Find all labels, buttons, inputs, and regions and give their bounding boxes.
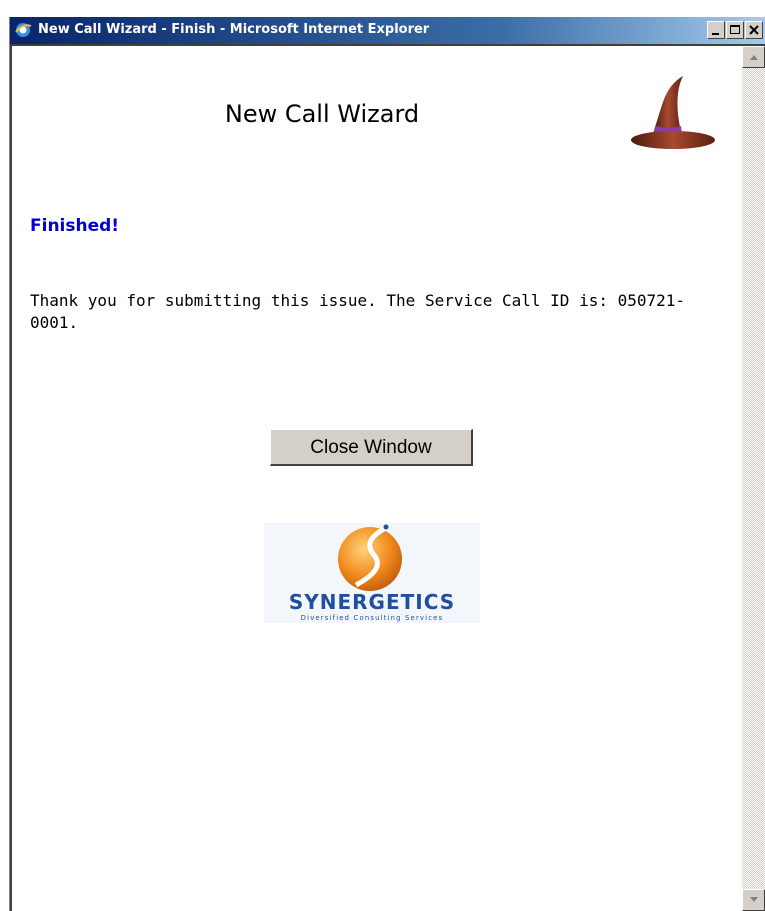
scroll-down-icon[interactable] (742, 889, 765, 911)
window-title: New Call Wizard - Finish - Microsoft Int… (38, 22, 430, 37)
logo-wordmark: SYNERGETICS (289, 590, 455, 614)
page-content: New Call Wizard Finished! Thank you for … (12, 46, 742, 911)
ie-icon (15, 23, 32, 37)
browser-client-area: New Call Wizard Finished! Thank you for … (10, 44, 765, 911)
caption-buttons (706, 21, 763, 40)
browser-window: New Call Wizard - Finish - Microsoft Int… (9, 17, 765, 911)
status-text: Finished! (30, 216, 120, 236)
minimize-icon[interactable] (707, 21, 725, 39)
maximize-icon[interactable] (726, 21, 744, 39)
scroll-up-icon[interactable] (742, 46, 765, 68)
wizard-hat-icon (631, 76, 715, 149)
page-title: New Call Wizard (224, 100, 420, 128)
close-icon[interactable] (745, 21, 763, 39)
close-window-button[interactable]: Close Window (270, 429, 473, 466)
synergetics-logo: SYNERGETICS Diversified Consulting Servi… (264, 523, 480, 623)
vertical-scrollbar[interactable] (742, 46, 765, 911)
title-bar[interactable]: New Call Wizard - Finish - Microsoft Int… (10, 17, 765, 44)
confirmation-message: Thank you for submitting this issue. The… (30, 291, 686, 332)
logo-tagline: Diversified Consulting Services (301, 614, 444, 622)
